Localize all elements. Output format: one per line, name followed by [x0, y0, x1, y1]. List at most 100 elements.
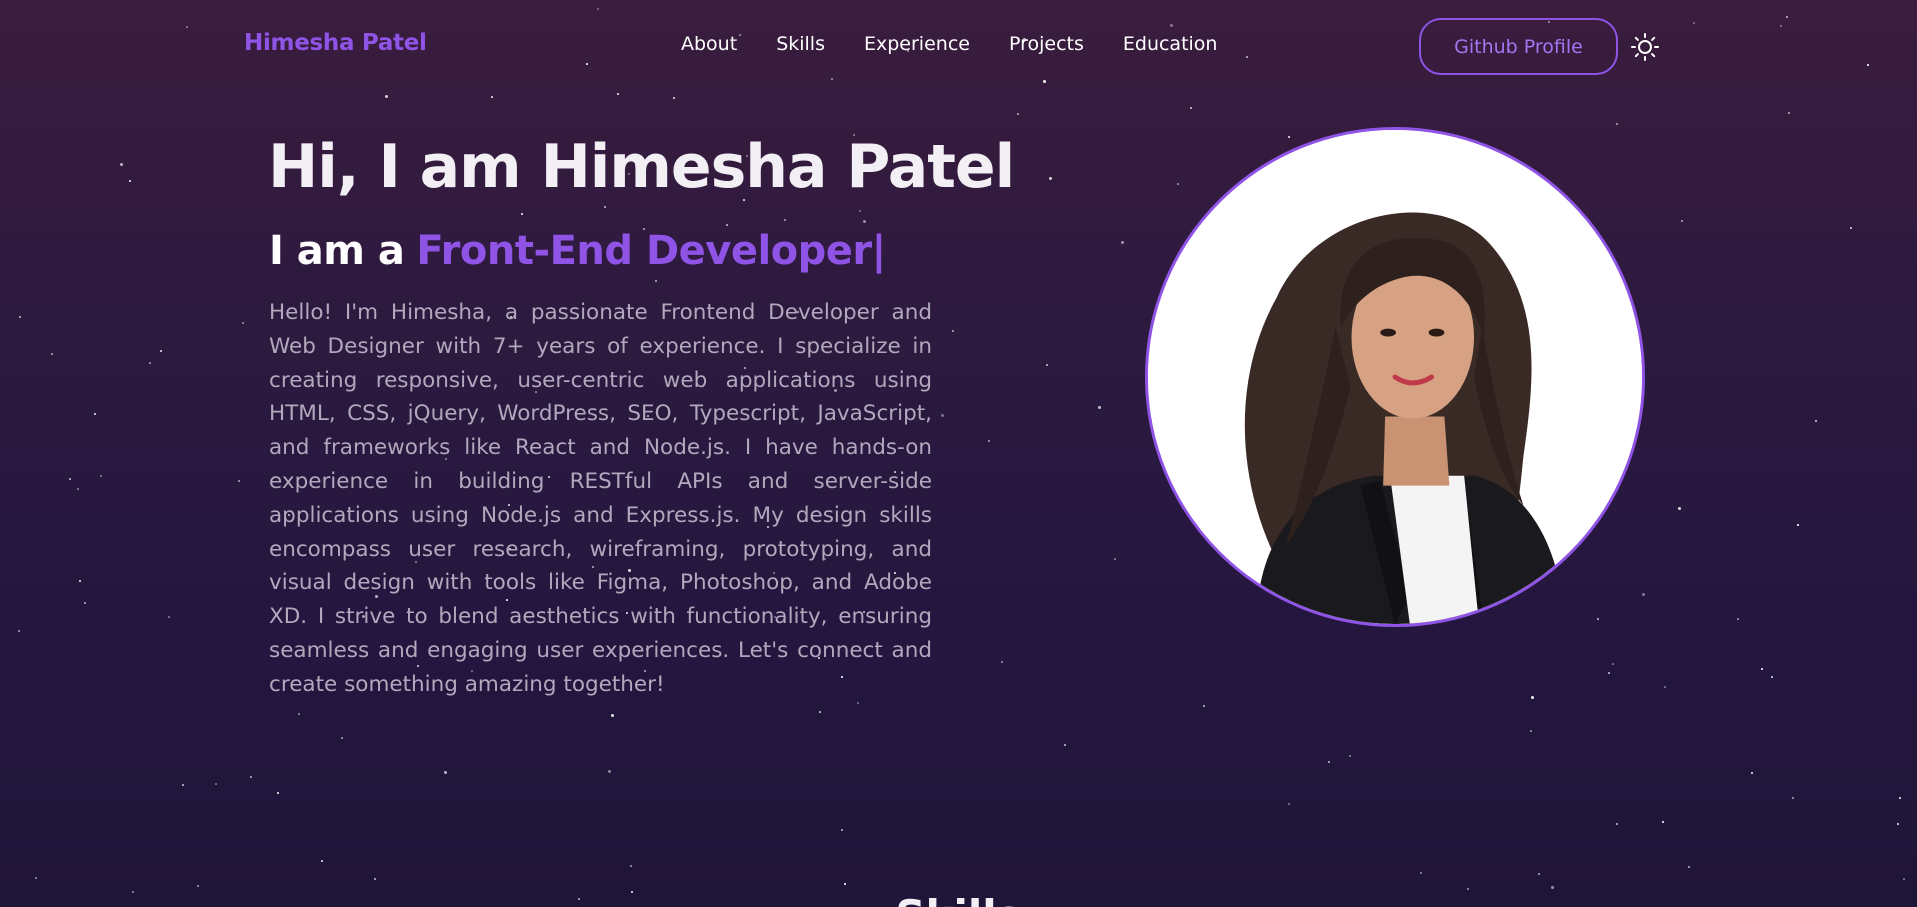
- star: [1771, 676, 1773, 678]
- star: [19, 316, 21, 318]
- github-profile-button[interactable]: Github Profile: [1419, 18, 1618, 75]
- star: [1046, 364, 1048, 366]
- star: [160, 350, 162, 352]
- sun-icon[interactable]: [1630, 32, 1660, 62]
- star: [298, 713, 300, 715]
- star: [1288, 803, 1290, 805]
- star: [617, 93, 619, 95]
- star: [120, 163, 123, 166]
- nav-link-about[interactable]: About: [681, 33, 737, 55]
- star: [18, 630, 20, 632]
- navbar: Himesha Patel About Skills Experience Pr…: [0, 0, 1917, 92]
- star: [129, 180, 131, 182]
- star: [77, 488, 79, 490]
- star: [1815, 420, 1817, 422]
- star: [1788, 112, 1790, 114]
- star: [952, 330, 954, 332]
- star: [608, 770, 611, 773]
- star: [1420, 872, 1422, 874]
- nav-link-skills[interactable]: Skills: [776, 33, 825, 55]
- skills-section-title: Skills: [0, 886, 1917, 907]
- hero-subtitle: I am a Front-End Developer|: [269, 228, 886, 274]
- star: [1678, 507, 1681, 510]
- star: [630, 865, 632, 867]
- star: [84, 602, 86, 604]
- star: [941, 414, 944, 417]
- profile-photo: [1145, 127, 1645, 627]
- star: [1662, 821, 1664, 823]
- subtitle-prefix: I am a: [269, 228, 405, 274]
- star: [94, 413, 96, 415]
- star: [521, 213, 523, 215]
- star: [238, 480, 240, 482]
- star: [69, 478, 71, 480]
- star: [1616, 823, 1618, 825]
- star: [1681, 220, 1683, 222]
- star: [1121, 241, 1124, 244]
- nav-link-experience[interactable]: Experience: [864, 33, 970, 55]
- star: [673, 97, 675, 99]
- star: [1190, 107, 1192, 109]
- star: [277, 792, 279, 794]
- star: [1642, 593, 1645, 596]
- star: [1797, 524, 1799, 526]
- star: [655, 280, 657, 282]
- star: [51, 353, 53, 355]
- star: [1017, 113, 1019, 115]
- star: [1530, 730, 1532, 732]
- star: [857, 702, 859, 704]
- star: [604, 206, 606, 208]
- star: [611, 714, 614, 717]
- star: [863, 220, 866, 223]
- star: [341, 737, 343, 739]
- star: [321, 860, 323, 862]
- nav-links: About Skills Experience Projects Educati…: [681, 33, 1256, 55]
- star: [1288, 136, 1290, 138]
- nav-link-projects[interactable]: Projects: [1009, 33, 1084, 55]
- star: [726, 224, 728, 226]
- star: [1737, 618, 1739, 620]
- star: [182, 784, 184, 786]
- star: [1616, 123, 1618, 125]
- star: [385, 95, 388, 98]
- star: [374, 878, 376, 880]
- star: [1064, 744, 1066, 746]
- star: [35, 877, 37, 879]
- star: [242, 322, 244, 324]
- star: [1850, 227, 1852, 229]
- star: [444, 771, 447, 774]
- brand-logo[interactable]: Himesha Patel: [244, 30, 427, 56]
- hero-description: Hello! I'm Himesha, a passionate Fronten…: [269, 300, 932, 697]
- star: [841, 829, 843, 831]
- star: [1001, 661, 1003, 663]
- star: [1349, 755, 1351, 757]
- star: [1903, 878, 1905, 880]
- star: [1597, 618, 1599, 620]
- star: [1203, 705, 1205, 707]
- star: [100, 475, 102, 477]
- star: [250, 776, 252, 778]
- star: [1899, 797, 1901, 799]
- star: [819, 711, 821, 713]
- star: [1688, 866, 1690, 868]
- star: [215, 783, 217, 785]
- star: [1751, 772, 1753, 774]
- star: [1612, 663, 1614, 665]
- star: [859, 210, 861, 212]
- star: [1664, 686, 1666, 688]
- star: [1114, 558, 1116, 560]
- typing-cursor: |: [871, 228, 887, 274]
- star: [168, 616, 170, 618]
- star: [1608, 672, 1610, 674]
- star: [149, 362, 151, 364]
- hero-title: Hi, I am Himesha Patel: [268, 132, 1015, 202]
- star: [988, 440, 990, 442]
- star: [1761, 668, 1763, 670]
- star: [1792, 797, 1794, 799]
- star: [1098, 406, 1101, 409]
- star: [1897, 823, 1899, 825]
- nav-link-education[interactable]: Education: [1123, 33, 1218, 55]
- star: [491, 96, 493, 98]
- star: [784, 219, 786, 221]
- profile-photo-illustration: [1148, 130, 1642, 624]
